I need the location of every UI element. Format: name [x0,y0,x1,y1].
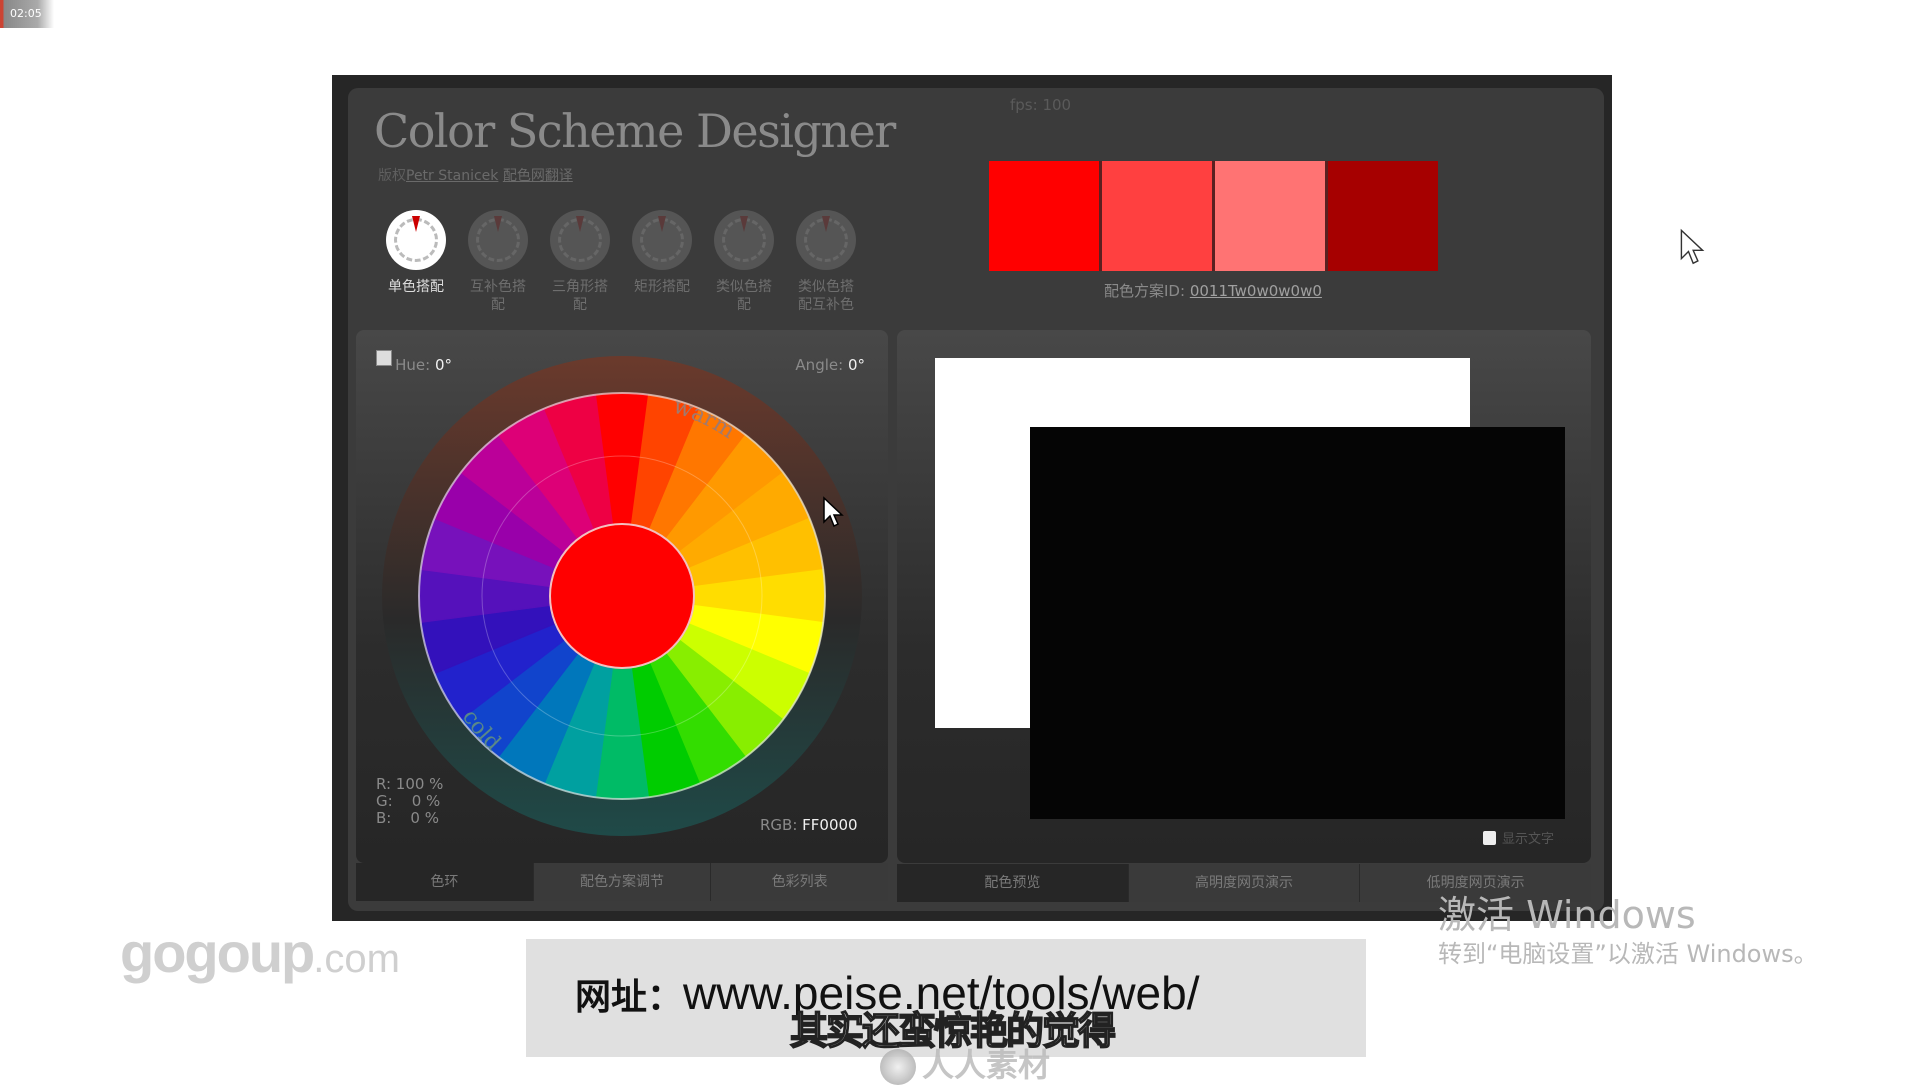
color-wheel-svg[interactable]: warm cold [382,356,862,836]
tab-scheme-adjust[interactable]: 配色方案调节 [532,863,711,901]
app-title: Color Scheme Designer [374,104,896,158]
rgb-label: RGB: [760,816,798,834]
hue-label: Hue: [395,356,431,374]
mono-scheme-icon [386,210,446,270]
watermark-text: 人人素材 [922,1046,1051,1084]
mouse-cursor-icon [1680,228,1705,265]
angle-label: Angle: [795,356,844,374]
scheme-accented-analogic[interactable]: 类似色搭配互补色 [794,210,858,314]
tab-color-list[interactable]: 色彩列表 [710,863,889,901]
accented-analogic-scheme-icon [796,210,856,270]
scheme-label: 矩形搭配 [634,279,690,295]
scheme-id-link[interactable]: 0011Tw0w0w0w0 [1190,282,1322,300]
color-wheel[interactable]: warm cold [382,356,862,836]
scheme-triad[interactable]: 三角形搭配 [548,210,612,314]
complement-scheme-icon [468,210,528,270]
credit-line: 版权Petr Stanicek 配色网翻译 [378,165,573,185]
logo-suffix: .com [313,937,400,981]
scheme-label: 类似色搭配互补色 [798,279,854,313]
credit-prefix: 版权 [378,168,406,184]
rgb-percent-readout: R: 100 % G: 0 % B: 0 % [376,775,444,827]
scheme-label: 单色搭配 [388,279,444,295]
triad-scheme-icon [550,210,610,270]
scheme-analogic[interactable]: 类似色搭配 [712,210,776,314]
activation-title: 激活 Windows [1438,893,1696,937]
tab-color-preview[interactable]: 配色预览 [897,864,1128,902]
angle-value: 0° [847,356,865,374]
angle-readout: Angle: 0° [795,356,865,374]
scheme-label: 类似色搭配 [716,279,772,313]
show-text-toggle[interactable]: 显示文字 [1483,828,1554,847]
rgb-value: FF0000 [802,816,858,834]
scheme-selector: 单色搭配 互补色搭配 三角形搭配 矩形搭配 类似色搭配 类似色搭配互补色 [384,210,858,314]
selected-hue-circle [549,523,695,669]
scheme-label: 互补色搭配 [470,279,526,313]
scheme-tetrad[interactable]: 矩形搭配 [630,210,694,314]
swatch-lighter[interactable] [1215,161,1325,271]
show-text-checkbox[interactable] [1483,830,1496,845]
rgb-hex-readout: RGB: FF0000 [760,816,858,834]
preview-foreground-block [1030,427,1565,819]
watermark: 人人素材 [880,1040,1050,1086]
mouse-cursor-icon [823,496,844,528]
scheme-complement[interactable]: 互补色搭配 [466,210,530,314]
left-tabs: 色环 配色方案调节 色彩列表 [356,863,889,901]
activation-subtitle: 转到“电脑设置”以激活 Windows。 [1438,940,1818,968]
scheme-label: 三角形搭配 [552,279,608,313]
swatch-dark[interactable] [1328,161,1438,271]
palette-swatches [989,161,1438,271]
scheme-id: 配色方案ID: 0011Tw0w0w0w0 [1104,280,1322,301]
tetrad-scheme-icon [632,210,692,270]
gogoup-logo: gogoup.com [120,920,400,985]
video-timestamp: 02:05 [0,0,54,28]
swatch-primary[interactable] [989,161,1099,271]
scheme-mono[interactable]: 单色搭配 [384,210,448,314]
fps-counter: fps: 100 [1010,96,1072,114]
scheme-id-label: 配色方案ID: [1104,282,1186,300]
hue-readout: Hue: 0° [376,356,452,374]
show-text-label: 显示文字 [1502,832,1555,847]
swatch-light[interactable] [1102,161,1212,271]
analogic-scheme-icon [714,210,774,270]
windows-activation-notice: 激活 Windows 转到“电脑设置”以激活 Windows。 [1438,893,1818,971]
tab-color-wheel[interactable]: 色环 [356,863,533,901]
url-label: 网址： [575,976,684,1017]
logo-main: gogoup [120,921,315,984]
hue-value: 0° [434,356,452,374]
tab-light-page-demo[interactable]: 高明度网页演示 [1127,864,1360,902]
translation-link[interactable]: 配色网翻译 [503,168,573,184]
author-link[interactable]: Petr Stanicek [406,168,498,184]
